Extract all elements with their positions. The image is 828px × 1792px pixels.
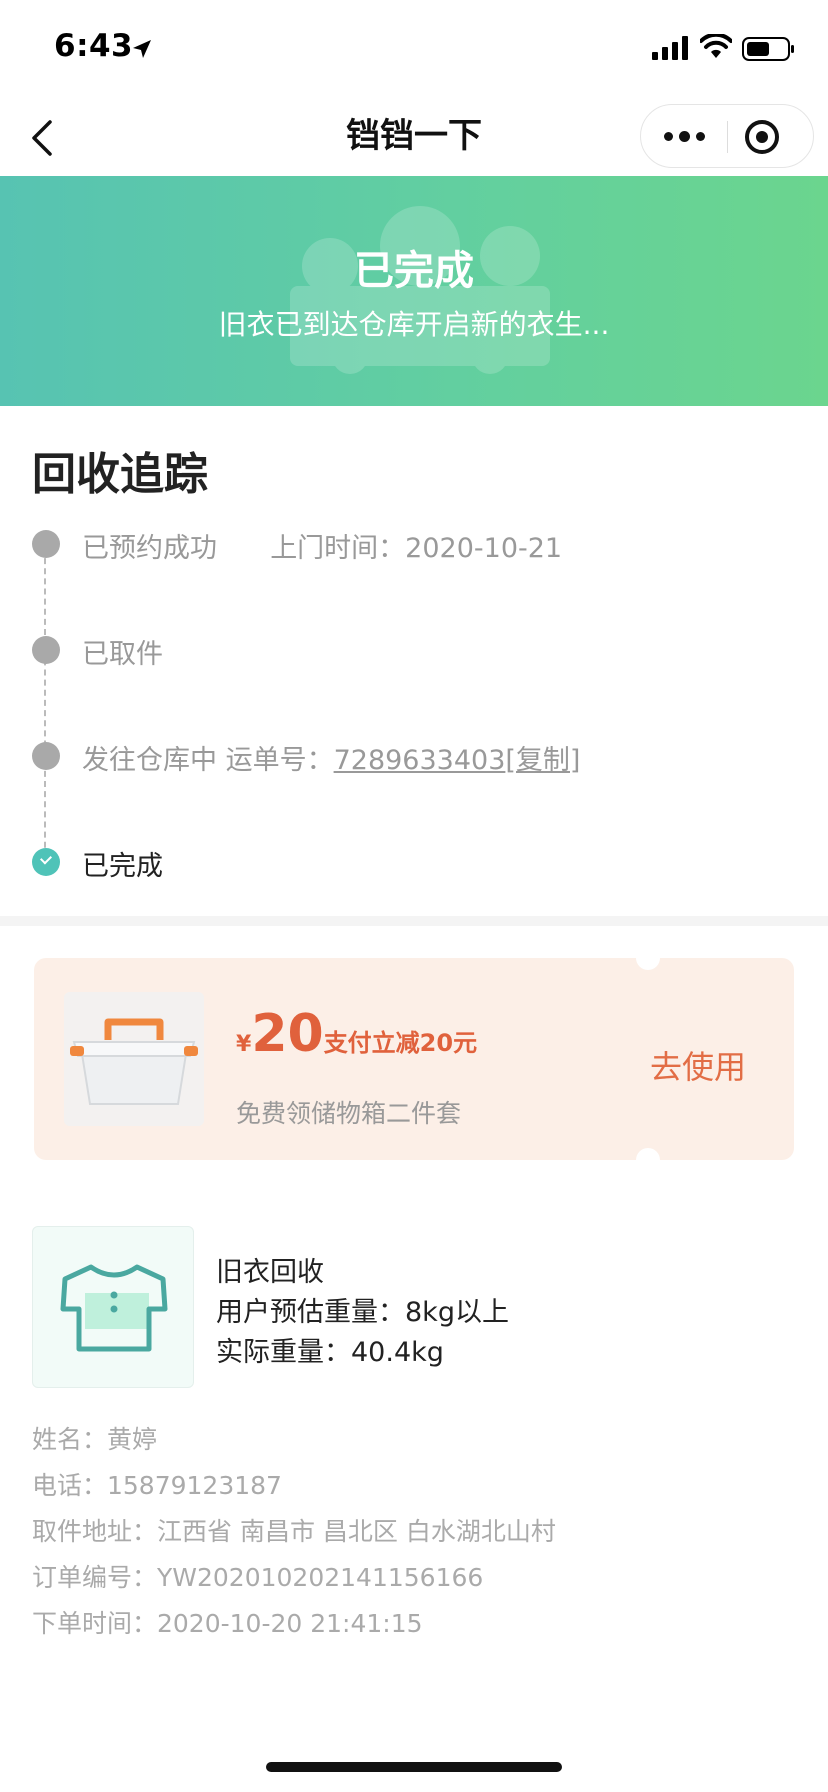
close-miniprogram-icon[interactable]	[745, 120, 779, 154]
actual-weight: 实际重量：40.4kg	[216, 1337, 444, 1368]
coupon-card[interactable]: ¥20支付立减20元 免费领储物箱二件套 去使用	[34, 946, 794, 1172]
tshirt-icon	[60, 1264, 168, 1352]
timeline-step-picked-up: 已取件	[30, 626, 810, 674]
product-thumbnail	[32, 1226, 194, 1388]
more-dots-icon[interactable]	[641, 105, 727, 167]
nav-bar: 铛铛一下	[0, 100, 828, 176]
banner-status-subtitle: 旧衣已到达仓库开启新的衣生...	[218, 308, 610, 341]
timeline-connector	[44, 548, 46, 868]
miniprogram-capsule	[640, 104, 814, 168]
status-banner: 已完成 旧衣已到达仓库开启新的衣生...	[0, 176, 828, 406]
timeline-step-completed: 已完成	[30, 838, 810, 886]
estimated-weight: 用户预估重量：8kg以上	[216, 1297, 509, 1328]
timeline-dot	[32, 742, 60, 770]
customer-phone: 电话：15879123187	[32, 1471, 282, 1500]
storage-box-image	[64, 992, 204, 1126]
battery-icon	[742, 37, 794, 61]
copy-waybill-link[interactable]: [复制]	[505, 745, 580, 776]
order-time: 下单时间：2020-10-20 21:41:15	[32, 1609, 423, 1638]
timeline-step-text: 发往仓库中 运单号：7289633403[复制]	[82, 738, 580, 777]
pickup-address: 取件地址：江西省 南昌市 昌北区 白水湖北山村	[32, 1517, 556, 1546]
location-arrow-icon	[133, 40, 151, 58]
coupon-amount: ¥20支付立减20元	[236, 1004, 477, 1064]
capsule-divider	[727, 121, 728, 153]
step-label: 已预约成功	[82, 533, 217, 564]
step-label: 发往仓库中 运单号：	[82, 745, 334, 776]
section-divider	[0, 916, 828, 926]
order-number: 订单编号：YW202010202141156166	[32, 1563, 484, 1592]
waybill-number-link[interactable]: 7289633403	[334, 745, 506, 776]
coupon-description: 支付立减20元	[323, 1029, 478, 1057]
coupon-notch	[636, 1148, 660, 1172]
home-indicator[interactable]	[266, 1762, 562, 1772]
coupon-value: 20	[251, 1004, 324, 1064]
product-name: 旧衣回收	[216, 1257, 324, 1288]
coupon-subtitle: 免费领储物箱二件套	[236, 1099, 462, 1128]
cellular-signal-icon	[652, 36, 688, 60]
step-label: 已完成	[82, 851, 163, 882]
wifi-icon	[700, 34, 732, 58]
timeline-step-text: 已预约成功 上门时间：2020-10-21	[82, 526, 562, 565]
currency-symbol: ¥	[236, 1032, 252, 1057]
timeline-step-booked: 已预约成功 上门时间：2020-10-21	[30, 520, 810, 568]
status-bar: 6:43	[0, 0, 828, 100]
timeline-dot	[32, 636, 60, 664]
use-coupon-button[interactable]: 去使用	[650, 1042, 746, 1088]
coupon-notch	[636, 946, 660, 970]
timeline-step-shipping: 发往仓库中 运单号：7289633403[复制]	[30, 732, 810, 780]
tracking-timeline: 已预约成功 上门时间：2020-10-21 已取件 发往仓库中 运单号：7289…	[30, 520, 810, 900]
storage-box-icon	[64, 992, 204, 1126]
step-label: 已取件	[82, 639, 163, 670]
pickup-time: 上门时间：2020-10-21	[270, 533, 563, 564]
timeline-dot	[32, 530, 60, 558]
banner-status-title: 已完成	[354, 248, 474, 294]
customer-name: 姓名：黄婷	[32, 1425, 158, 1454]
check-circle-icon	[32, 848, 60, 876]
status-time: 6:43	[54, 28, 134, 64]
tracking-title: 回收追踪	[32, 449, 208, 500]
